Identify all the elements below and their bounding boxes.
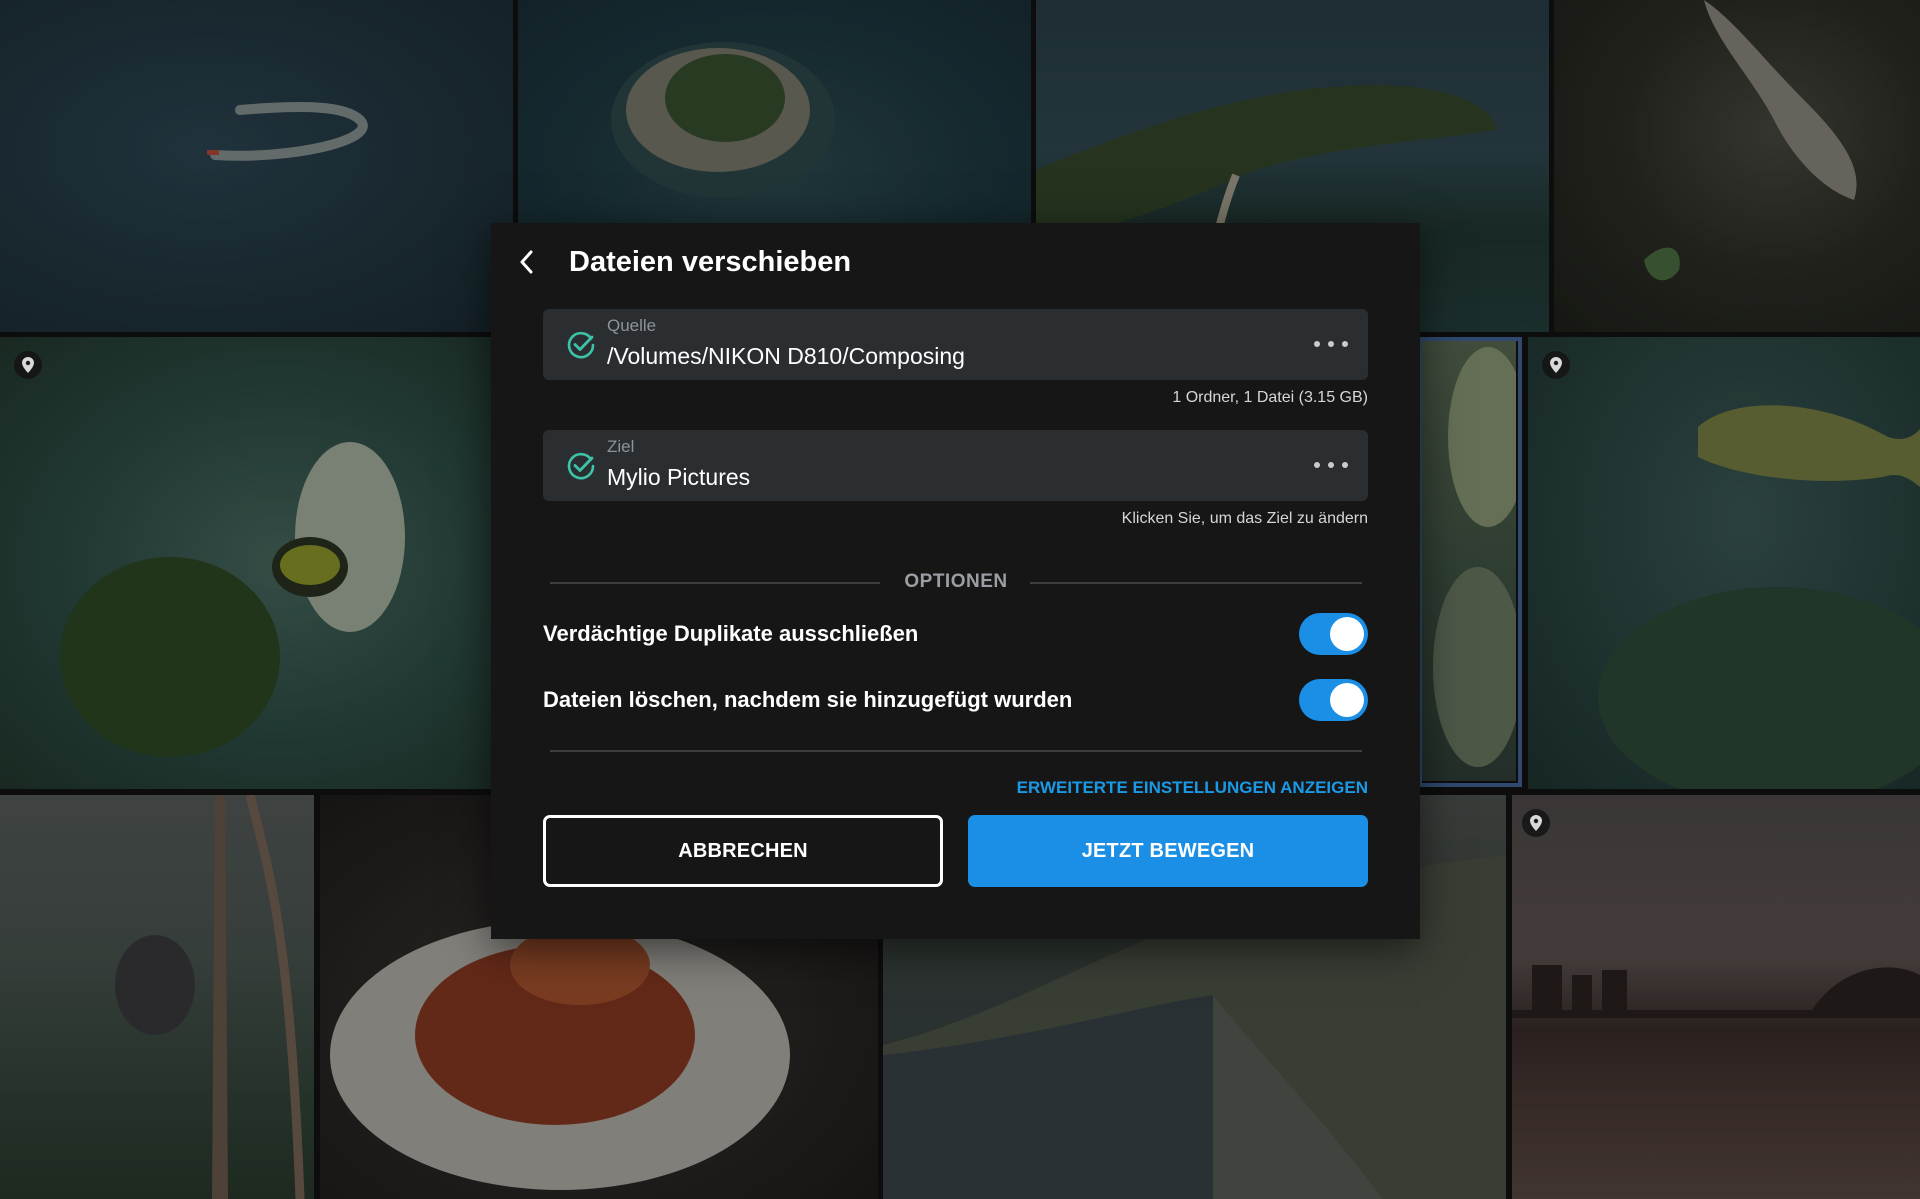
- source-card[interactable]: Quelle /Volumes/NIKON D810/Composing: [543, 309, 1368, 380]
- destination-name: Mylio Pictures: [607, 464, 751, 490]
- destination-card[interactable]: Ziel Mylio Pictures: [543, 430, 1368, 501]
- source-label: Quelle: [607, 316, 657, 335]
- dialog-title: Dateien verschieben: [569, 246, 852, 278]
- app-window: Dateien verschieben Quelle /Volumes/NIKO…: [0, 0, 1920, 1199]
- more-horizontal-icon[interactable]: [1314, 331, 1348, 357]
- check-circle-icon: [567, 452, 595, 480]
- source-summary: 1 Ordner, 1 Datei (3.15 GB): [1172, 389, 1368, 406]
- move-now-button[interactable]: JETZT BEWEGEN: [968, 815, 1368, 887]
- options-divider: OPTIONEN: [550, 570, 1362, 594]
- exclude-duplicates-toggle[interactable]: [1299, 613, 1368, 655]
- advanced-settings-link[interactable]: ERWEITERTE EINSTELLUNGEN ANZEIGEN: [1017, 777, 1368, 799]
- check-circle-icon: [567, 331, 595, 359]
- chevron-left-icon: [520, 250, 533, 274]
- divider: [550, 750, 1362, 752]
- selection-frame: [1418, 337, 1522, 787]
- photo-thumbnail[interactable]: [1512, 795, 1920, 1199]
- destination-hint: Klicken Sie, um das Ziel zu ändern: [1121, 510, 1368, 527]
- photo-thumbnail[interactable]: [0, 0, 513, 332]
- photo-thumbnail[interactable]: [0, 337, 508, 789]
- location-pin-icon: [1542, 351, 1570, 379]
- location-pin-icon: [14, 351, 42, 379]
- photo-thumbnail[interactable]: [0, 795, 314, 1199]
- source-path: /Volumes/NIKON D810/Composing: [607, 343, 965, 369]
- back-button[interactable]: [512, 247, 540, 277]
- more-horizontal-icon[interactable]: [1314, 452, 1348, 478]
- photo-thumbnail[interactable]: [1528, 337, 1920, 789]
- destination-label: Ziel: [607, 437, 635, 456]
- option-exclude-duplicates-label: Verdächtige Duplikate ausschließen: [543, 621, 919, 646]
- location-pin-icon: [1522, 809, 1550, 837]
- cancel-button[interactable]: ABBRECHEN: [543, 815, 943, 887]
- delete-after-add-toggle[interactable]: [1299, 679, 1368, 721]
- option-delete-after-add-label: Dateien löschen, nachdem sie hinzugefügt…: [543, 687, 1073, 712]
- photo-thumbnail[interactable]: [1554, 0, 1920, 332]
